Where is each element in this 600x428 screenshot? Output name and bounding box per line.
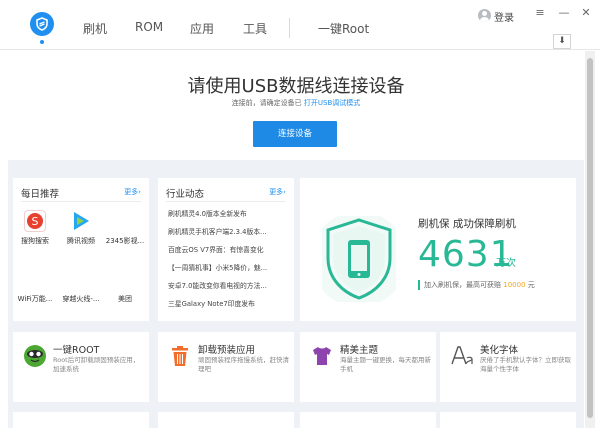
- daily-more-link[interactable]: 更多›: [124, 187, 141, 197]
- usb-debug-link[interactable]: 打开USB调试模式: [304, 99, 360, 107]
- nav-separator: [289, 18, 290, 38]
- connect-subtitle: 连接前，请确定设备已 打开USB调试模式: [8, 98, 584, 108]
- shuajijingling-logo-icon[interactable]: [30, 12, 54, 36]
- daily-title: 每日推荐: [21, 189, 60, 200]
- connect-title: 请使用USB数据线连接设备: [187, 76, 405, 97]
- feature-one-click-root[interactable]: 一键ROOT Root后可卸载顽固预装应用，加速系统: [13, 332, 149, 402]
- root-android-icon: [24, 345, 46, 367]
- feature-title: 卸载预装应用: [198, 345, 256, 356]
- download-manager-button[interactable]: ⬇: [553, 34, 571, 49]
- feature-themes[interactable]: 精美主题 海量主题一键更换，每天都用新手机: [300, 332, 436, 402]
- feature-desc: Root后可卸载顽固预装应用，加速系统: [53, 356, 140, 373]
- app-label: 美团: [118, 295, 132, 303]
- feature-title: 美化字体: [480, 345, 519, 356]
- news-divider: [166, 201, 286, 202]
- flash-protection-card[interactable]: 刷机保 成功保障刷机 4631 万次 加入刷机保，最高可获赔 10000 元: [300, 178, 576, 321]
- feature-card-partial[interactable]: [300, 412, 436, 428]
- nav-rom[interactable]: ROM: [135, 20, 163, 34]
- feature-desc: 厌倦了手机默认字体？立即获取海量个性字体: [480, 356, 571, 373]
- feature-card-partial[interactable]: [440, 412, 576, 428]
- font-icon: [451, 346, 473, 365]
- connect-device-panel: 请使用USB数据线连接设备 连接前，请确定设备已 打开USB调试模式 连接设备: [8, 51, 584, 159]
- crossfire-icon: [70, 268, 92, 290]
- user-avatar-icon[interactable]: [478, 9, 491, 22]
- news-item[interactable]: 三星Galaxy Note7印度发布: [168, 298, 288, 308]
- feature-card-partial[interactable]: [13, 412, 149, 428]
- menu-icon[interactable]: ≡: [532, 6, 548, 19]
- news-item[interactable]: 刷机精灵手机客户端2.3.4版本...: [168, 226, 288, 236]
- app-meituan[interactable]: 美团: [105, 268, 145, 304]
- title-bar: 刷机 ROM 应用 工具 一键Root 登录 ≡ — ✕: [0, 0, 600, 50]
- feature-title: 一键ROOT: [53, 345, 100, 356]
- protection-note-amount: 10000: [503, 281, 526, 289]
- tencent-video-icon: [70, 210, 92, 232]
- meituan-icon: [114, 268, 136, 290]
- wifi-master-icon: [24, 268, 46, 290]
- protection-note-prefix: 加入刷机保，最高可获赔: [424, 281, 501, 289]
- news-item[interactable]: 安卓7.0能改变你看电视的方法...: [168, 280, 288, 290]
- svg-text:S: S: [32, 215, 39, 228]
- tshirt-icon: [313, 347, 331, 365]
- news-item[interactable]: 【一周猜机事】小米5降价，魅...: [168, 262, 288, 272]
- nav-apps[interactable]: 应用: [190, 20, 214, 37]
- app-label: 搜狗搜索: [21, 237, 49, 245]
- daily-divider: [21, 201, 141, 202]
- scrollbar-thumb[interactable]: [587, 58, 593, 418]
- app-sogou-search[interactable]: S 搜狗搜索: [15, 210, 55, 246]
- feature-title: 精美主题: [340, 345, 379, 356]
- news-more-link[interactable]: 更多›: [269, 187, 286, 197]
- news-item[interactable]: 刷机精灵4.0版本全新发布: [168, 208, 288, 218]
- active-indicator: [40, 40, 44, 44]
- app-wifi-master[interactable]: WiFi万能...: [15, 268, 55, 304]
- close-icon[interactable]: ✕: [578, 6, 594, 19]
- connect-subtitle-text: 连接前，请确定设备已: [231, 99, 302, 107]
- feature-fonts[interactable]: 美化字体 厌倦了手机默认字体？立即获取海量个性字体: [440, 332, 576, 402]
- nav-one-click-root[interactable]: 一键Root: [318, 20, 369, 37]
- daily-recommend-card: 每日推荐 更多› S 搜狗搜索 腾讯视频 2345影视... WiFi万能...…: [13, 178, 149, 321]
- feature-card-partial[interactable]: [158, 412, 294, 428]
- app-label: WiFi万能...: [17, 295, 53, 303]
- protection-title: 刷机保 成功保障刷机: [418, 218, 516, 230]
- sogou-icon: S: [24, 210, 46, 232]
- 2345-video-icon: [114, 210, 136, 232]
- feature-desc: 顽固预装程序拖慢系统，赶快清理吧: [198, 356, 289, 373]
- nav-tools[interactable]: 工具: [243, 20, 267, 37]
- app-label: 穿越火线-...: [62, 295, 100, 303]
- content-area: 每日推荐 更多› S 搜狗搜索 腾讯视频 2345影视... WiFi万能...…: [8, 160, 584, 428]
- app-label: 腾讯视频: [67, 237, 95, 245]
- app-crossfire[interactable]: 穿越火线-...: [61, 268, 101, 304]
- app-label: 2345影视...: [105, 237, 145, 245]
- protection-unit: 万次: [496, 258, 516, 269]
- login-link[interactable]: 登录: [494, 9, 514, 24]
- news-item[interactable]: 百度云OS V7界面：有惊喜变化: [168, 244, 288, 254]
- news-title: 行业动态: [166, 189, 205, 200]
- feature-uninstall-preinstalled[interactable]: 卸载预装应用 顽固预装程序拖慢系统，赶快清理吧: [158, 332, 294, 402]
- industry-news-card: 行业动态 更多› 刷机精灵4.0版本全新发布 刷机精灵手机客户端2.3.4版本.…: [158, 178, 294, 321]
- connect-device-button[interactable]: 连接设备: [253, 121, 337, 147]
- protection-note: 加入刷机保，最高可获赔 10000 元: [418, 280, 535, 290]
- minimize-icon[interactable]: —: [556, 6, 572, 19]
- feature-desc: 海量主题一键更换，每天都用新手机: [340, 356, 431, 373]
- shield-phone-icon: [322, 216, 396, 302]
- app-2345-video[interactable]: 2345影视...: [105, 210, 145, 246]
- protection-note-suffix: 元: [527, 281, 535, 289]
- nav-flash[interactable]: 刷机: [83, 20, 107, 37]
- app-tencent-video[interactable]: 腾讯视频: [61, 210, 101, 246]
- trash-icon: [172, 346, 188, 366]
